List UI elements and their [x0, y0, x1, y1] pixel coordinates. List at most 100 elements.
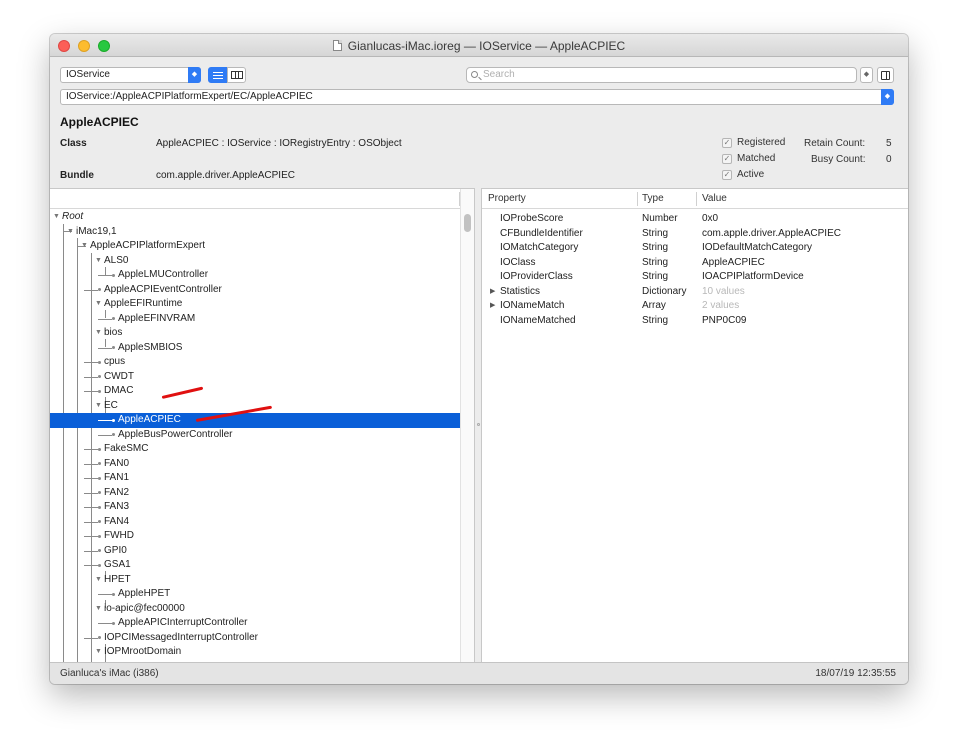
tree-row-label: AppleHPET: [118, 588, 171, 599]
leaf-node-icon: [98, 534, 101, 538]
leaf-node-icon: [98, 563, 101, 567]
tree-row[interactable]: FakeSMC: [50, 442, 460, 457]
tree-row[interactable]: FAN3: [50, 500, 460, 515]
tree-row[interactable]: ▼ iMac19,1: [50, 225, 460, 240]
split-view-divider[interactable]: [474, 188, 482, 662]
class-value: AppleACPIEC : IOService : IORegistryEntr…: [156, 138, 402, 149]
properties-table-header: Property Type Value: [482, 189, 908, 209]
property-row[interactable]: CFBundleIdentifier String com.apple.driver…: [482, 227, 908, 242]
registered-checkbox: ✓ Registered: [722, 137, 785, 148]
tree-vertical-scrollbar[interactable]: [460, 189, 474, 663]
leaf-node-icon: [98, 476, 101, 480]
disclosure-triangle-icon[interactable]: ▼: [95, 254, 102, 268]
tree-row[interactable]: AppleAPICInterruptController: [50, 616, 460, 631]
tree-row[interactable]: ▼ IOPMrootDomain: [50, 645, 460, 660]
tree-row[interactable]: ▼ AppleACPIPlatformExpert: [50, 239, 460, 254]
tree-row[interactable]: AppleACPIEC: [50, 413, 460, 428]
disclosure-triangle-icon[interactable]: ▼: [67, 225, 74, 239]
leaf-node-icon: [98, 491, 101, 494]
property-row[interactable]: IOProviderClass String IOACPIPlatformDevic…: [482, 270, 908, 285]
column-header-property[interactable]: Property: [488, 189, 526, 209]
tree-row[interactable]: FAN2: [50, 486, 460, 501]
property-type-cell: String: [642, 242, 669, 253]
tree-row-label: FAN4: [104, 515, 130, 527]
property-type-cell: Dictionary: [642, 285, 687, 297]
tree-row[interactable]: AppleLMUController: [50, 268, 460, 283]
property-row[interactable]: IONameMatched String PNP0C09: [482, 314, 908, 329]
tree-row-label: AppleAPICInterruptController: [118, 617, 248, 628]
tree-row[interactable]: AppleHPET: [50, 587, 460, 602]
tree-row[interactable]: AppleBusPowerController: [50, 428, 460, 443]
leaf-node-icon: [112, 592, 115, 596]
search-stepper[interactable]: ◆: [860, 67, 873, 83]
title-bar[interactable]: Gianlucas-iMac.ioreg — IOService — Apple…: [50, 34, 908, 57]
tree-row-label: AppleSMBIOS: [118, 341, 183, 353]
tree-row-label: IOPMrootDomain: [104, 646, 182, 657]
matched-label: Matched: [737, 153, 776, 164]
disclosure-triangle-icon[interactable]: ▼: [95, 399, 102, 413]
property-row[interactable]: IOClass String AppleACPIEC: [482, 256, 908, 271]
tree-row[interactable]: ▼ bios: [50, 326, 460, 341]
tree-row[interactable]: DMAC: [50, 384, 460, 399]
property-row[interactable]: IOMatchCategory String IODefaultMatchCateg…: [482, 241, 908, 256]
tree-row[interactable]: FAN4: [50, 515, 460, 530]
leaf-node-icon: [112, 621, 115, 625]
property-row[interactable]: ▶ Statistics Dictionary 10 values: [482, 285, 908, 300]
tree-row[interactable]: CWDT: [50, 370, 460, 385]
outline-view-button[interactable]: [208, 67, 227, 83]
status-bar: Gianluca's iMac (i386) 18/07/19 12:35:55: [50, 662, 908, 684]
tree-row[interactable]: ▼ AppleEFIRuntime: [50, 297, 460, 312]
plane-select[interactable]: IOService ◆: [60, 67, 201, 83]
path-select[interactable]: IOService:/AppleACPIPlatformExpert/EC/Ap…: [60, 89, 894, 105]
property-value-cell: IODefaultMatchCategory: [702, 242, 813, 253]
tree-row-label: bios: [104, 327, 123, 338]
disclosure-triangle-icon[interactable]: ▼: [95, 573, 102, 587]
tree-row[interactable]: AppleSMBIOS: [50, 341, 460, 356]
disclosure-triangle-icon[interactable]: ▼: [95, 645, 102, 659]
tree-row[interactable]: cpus: [50, 355, 460, 370]
column-header-value[interactable]: Value: [702, 189, 727, 209]
tree-row[interactable]: AppleEFINVRAM: [50, 312, 460, 327]
inspector-toggle-button[interactable]: [877, 67, 894, 83]
disclosure-triangle-icon[interactable]: ▼: [53, 210, 60, 224]
property-row[interactable]: ▶ IONameMatch Array 2 values: [482, 299, 908, 314]
ioreg-window: Gianlucas-iMac.ioreg — IOService — Apple…: [50, 34, 908, 684]
disclosure-triangle-icon[interactable]: ▼: [95, 602, 102, 616]
tree-row-label: FakeSMC: [104, 443, 149, 454]
tree-row[interactable]: ▼ ALS0: [50, 254, 460, 269]
tree-row[interactable]: IOPCIMessagedInterruptController: [50, 631, 460, 646]
tree-row-label: CWDT: [104, 370, 134, 382]
disclosure-triangle-icon[interactable]: ▶: [490, 299, 495, 313]
tree-row[interactable]: FAN1: [50, 471, 460, 486]
disclosure-triangle-icon[interactable]: ▼: [95, 326, 102, 340]
property-value-cell: AppleACPIEC: [702, 256, 765, 268]
tree-row[interactable]: FAN0: [50, 457, 460, 472]
tree-row-label: FAN0: [104, 457, 130, 469]
tree-row[interactable]: AppleACPIEventController: [50, 283, 460, 298]
leaf-node-icon: [98, 520, 101, 523]
tree-row[interactable]: ▼ io-apic@fec00000: [50, 602, 460, 617]
tree-scroll-thumb[interactable]: [464, 214, 471, 232]
column-view-button[interactable]: [227, 67, 246, 83]
column-header-type[interactable]: Type: [642, 189, 664, 209]
tree-row[interactable]: ▼ HPET: [50, 573, 460, 588]
disclosure-triangle-icon[interactable]: ▼: [95, 297, 102, 311]
search-icon: [471, 71, 478, 78]
tree-row[interactable]: ▼ Root: [50, 210, 460, 225]
tree-row[interactable]: FWHD: [50, 529, 460, 544]
tree-row-label: AppleEFINVRAM: [118, 312, 196, 324]
disclosure-triangle-icon[interactable]: ▶: [490, 285, 495, 299]
tree-row-label: GSA1: [104, 559, 131, 570]
property-value-cell: IOACPIPlatformDevice: [702, 271, 804, 282]
property-value-cell: 10 values: [702, 285, 745, 297]
status-timestamp: 18/07/19 12:35:55: [815, 668, 896, 679]
property-row[interactable]: IOProbeScore Number 0x0: [482, 212, 908, 227]
property-property-cell: IOProviderClass: [500, 271, 573, 282]
tree-row[interactable]: GSA1: [50, 558, 460, 573]
leaf-node-icon: [112, 273, 115, 277]
tree-row[interactable]: GPI0: [50, 544, 460, 559]
search-input[interactable]: Search: [466, 67, 857, 83]
tree-row-label: FAN2: [104, 486, 130, 498]
leaf-node-icon: [98, 462, 101, 465]
disclosure-triangle-icon[interactable]: ▼: [81, 239, 88, 253]
